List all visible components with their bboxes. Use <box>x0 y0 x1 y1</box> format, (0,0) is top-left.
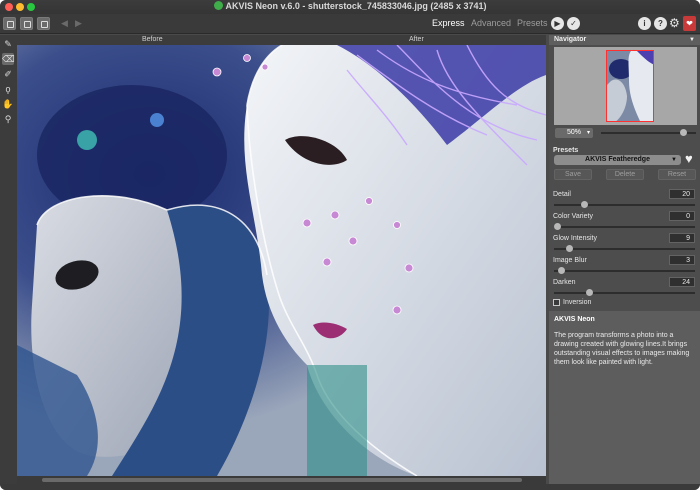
glow-intensity-slider[interactable] <box>554 248 695 250</box>
save-image-icon[interactable] <box>20 17 33 30</box>
navigator-thumbnail[interactable] <box>606 50 654 122</box>
run-button[interactable]: ▶ <box>551 17 564 30</box>
inversion-checkbox[interactable] <box>553 299 560 306</box>
darken-value[interactable]: 24 <box>669 277 695 287</box>
history-brush-icon[interactable]: ✐ <box>2 68 14 80</box>
inversion-label: Inversion <box>563 299 592 306</box>
image-blur-value[interactable]: 3 <box>669 255 695 265</box>
before-after-bar: Before After <box>17 35 546 45</box>
presets-title: Presets <box>553 147 579 154</box>
zoom-slider-knob[interactable] <box>680 129 688 136</box>
window-title: AKVIS Neon v.6.0 - shutterstock_74583304… <box>225 1 487 11</box>
info-title: AKVIS Neon <box>554 316 595 323</box>
print-icon[interactable] <box>37 17 50 30</box>
tab-advanced[interactable]: Advanced <box>471 18 511 28</box>
donate-icon: ❤ <box>686 19 693 28</box>
glow-intensity-label: Glow Intensity <box>553 235 597 242</box>
hand-icon[interactable]: ✋ <box>2 98 14 110</box>
before-tab[interactable]: Before <box>142 36 163 43</box>
open-image-icon[interactable] <box>3 17 16 30</box>
chevron-down-icon: ▼ <box>671 157 677 163</box>
navigator-title: Navigator <box>554 36 587 43</box>
image-blur-slider[interactable] <box>554 270 695 272</box>
help-button[interactable]: ? <box>654 17 667 30</box>
image-blur-label: Image Blur <box>553 257 587 264</box>
navigator-preview[interactable] <box>554 47 697 125</box>
image-blur-slider-knob[interactable] <box>558 267 566 274</box>
color-variety-value[interactable]: 0 <box>669 211 695 221</box>
tool-strip: ✎ ⌫ ✐ ϙ ✋ ⚲ <box>0 35 17 484</box>
back-arrow-icon[interactable]: ◀ <box>61 18 68 29</box>
lasso-icon[interactable]: ϙ <box>2 83 14 95</box>
zoom-select[interactable]: 50% ▾ <box>555 128 593 138</box>
detail-slider[interactable] <box>554 204 695 206</box>
info-button[interactable]: i <box>638 17 651 30</box>
run-icon: ▶ <box>554 19 561 28</box>
glow-intensity-slider-knob[interactable] <box>566 245 574 252</box>
after-tab[interactable]: After <box>409 36 424 43</box>
navigator-header: Navigator ▼ <box>549 35 700 45</box>
info-description: The program transforms a photo into a dr… <box>554 332 690 366</box>
save-preset-button[interactable]: Save <box>554 169 592 180</box>
detail-slider-knob[interactable] <box>580 201 588 208</box>
info-icon: i <box>643 19 646 28</box>
tab-express[interactable]: Express <box>432 18 465 28</box>
darken-label: Darken <box>553 279 576 286</box>
zoom-value: 50% <box>567 129 582 136</box>
image-canvas[interactable] <box>17 45 546 476</box>
app-logo-icon <box>213 1 223 10</box>
chevron-down-icon: ▾ <box>586 130 590 136</box>
zoom-icon[interactable]: ⚲ <box>2 113 14 125</box>
apply-button[interactable]: ✓ <box>567 17 580 30</box>
color-variety-slider-knob[interactable] <box>554 223 561 230</box>
app-window: AKVIS Neon v.6.0 - shutterstock_74583304… <box>0 0 700 490</box>
color-variety-slider[interactable] <box>554 226 695 228</box>
detail-value[interactable]: 20 <box>669 189 695 199</box>
title-bar: AKVIS Neon v.6.0 - shutterstock_74583304… <box>0 0 700 14</box>
scrollbar-thumb[interactable] <box>42 478 522 482</box>
favorite-heart-icon[interactable]: ♥ <box>685 152 693 166</box>
settings-panel: Navigator ▼ 50% ▾ Presets AKVIS Feathered… <box>549 35 700 484</box>
direction-brush-icon[interactable]: ✎ <box>2 38 14 50</box>
gear-icon[interactable]: ⚙ <box>669 16 680 30</box>
neon-artwork <box>17 45 546 476</box>
apply-check-icon: ✓ <box>570 19 577 28</box>
navigator-collapse-icon[interactable]: ▼ <box>689 35 695 45</box>
main-toolbar: ◀ ▶ Express Advanced Presets ▶ ✓ i ? ⚙ ❤ <box>0 14 700 34</box>
color-variety-label: Color Variety <box>553 213 593 220</box>
delete-preset-button[interactable]: Delete <box>606 169 644 180</box>
forward-arrow-icon[interactable]: ▶ <box>75 18 82 29</box>
eraser-icon[interactable]: ⌫ <box>2 53 15 65</box>
darken-slider[interactable] <box>554 292 695 294</box>
help-icon: ? <box>658 19 663 28</box>
darken-slider-knob[interactable] <box>586 289 594 296</box>
reset-preset-button[interactable]: Reset <box>658 169 696 180</box>
horizontal-scrollbar[interactable] <box>17 476 546 484</box>
tab-presets[interactable]: Presets <box>517 18 548 28</box>
preset-selected-value: AKVIS Featheredge <box>585 156 650 163</box>
preset-select[interactable]: AKVIS Featheredge ▼ <box>554 155 681 165</box>
info-box: AKVIS Neon The program transforms a phot… <box>549 311 700 484</box>
navigator-thumbnail-image <box>607 51 653 121</box>
donate-button[interactable]: ❤ <box>683 16 696 31</box>
status-bar <box>0 484 700 490</box>
window-title-wrap: AKVIS Neon v.6.0 - shutterstock_74583304… <box>0 1 700 11</box>
glow-intensity-value[interactable]: 9 <box>669 233 695 243</box>
detail-label: Detail <box>553 191 571 198</box>
